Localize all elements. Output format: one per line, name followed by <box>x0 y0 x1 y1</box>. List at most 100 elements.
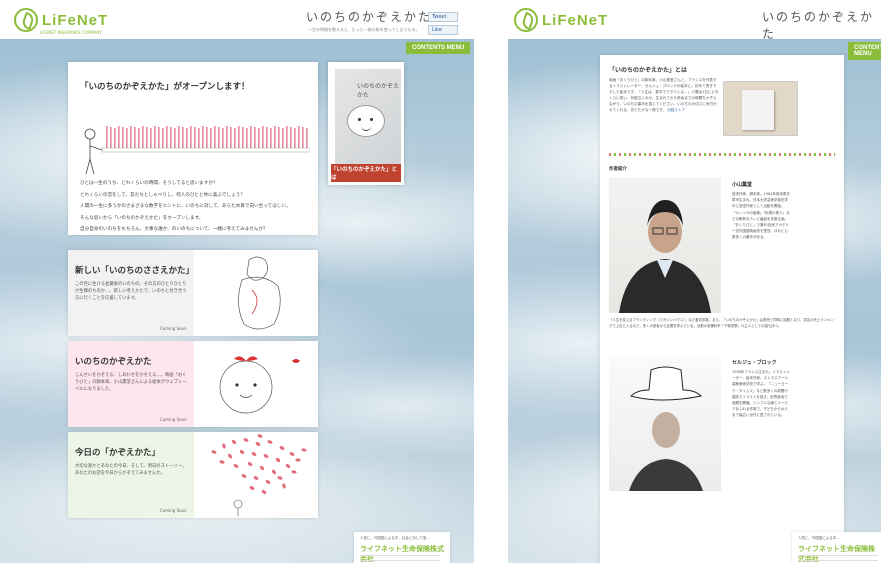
hero-title: 「いのちのかぞえかた」がオープンします！ <box>80 82 250 92</box>
footer-small-text: 人型に、外国語による字、社会に対して宝… <box>360 536 430 540</box>
petal <box>239 449 245 455</box>
pink-bar <box>290 127 292 148</box>
tweet-button[interactable]: Tweet <box>428 12 458 22</box>
feature-card[interactable]: 今日の「かぞえかた」 大切な誰かとあなたの今日、そして、明日のストーリー。あなた… <box>68 432 318 518</box>
header: LiFeNeT いのちのかぞえかた <box>508 0 881 42</box>
pink-bar <box>242 127 244 148</box>
site-title[interactable]: いのちのかぞえかた <box>306 8 432 25</box>
pink-bar <box>170 127 172 148</box>
pink-bar <box>226 126 228 148</box>
petal <box>282 483 286 489</box>
petal <box>255 442 261 446</box>
doc-intro: 映画「おくりびと」の脚本家、小山薫堂さんと、フランスを代表するイラストレーター、… <box>609 77 719 113</box>
book-cover: いのちのかぞえかた <box>335 69 401 165</box>
petal <box>291 470 297 474</box>
lifenet-logo[interactable]: LiFeNeT <box>514 8 608 32</box>
pink-bar <box>186 128 188 148</box>
pink-bar <box>254 127 256 148</box>
about-link[interactable]: 「いのちのかぞえかた」とは <box>331 164 401 182</box>
hero-paragraph: そんな思いから「いのちのかぞえかた」をオープンします。 <box>80 215 204 221</box>
pink-bar <box>190 126 192 148</box>
petal <box>277 476 283 480</box>
coming-soon-label: Coming Soon <box>160 417 187 422</box>
feature-text-box: 今日の「かぞえかた」 大切な誰かとあなたの今日、そして、明日のストーリー。あなた… <box>68 432 194 518</box>
face-illustration <box>347 105 385 137</box>
pink-bar <box>306 128 308 148</box>
like-button[interactable]: Like <box>428 25 458 35</box>
left-page: LiFeNeT LIFENET INSURANCE COMPANY いのちのかぞ… <box>0 0 474 563</box>
dotted-divider <box>609 153 835 156</box>
pink-bar <box>250 126 252 148</box>
hero-paragraph: どれくらいの恋をして、友だちとしゃべりし、何人のひとと共に喜ぶでしょう？ <box>80 192 245 198</box>
pink-bar <box>166 126 168 148</box>
petal <box>211 450 217 454</box>
feature-text-box: 新しい「いのちのささえかた」 この世に生ける並最後のいのちの。その方のひとりひと… <box>68 250 194 336</box>
site-title[interactable]: いのちのかぞえかた <box>762 8 881 42</box>
book-photo <box>723 81 798 136</box>
pink-bar <box>282 128 284 148</box>
petal <box>243 438 249 442</box>
pink-bar <box>302 127 304 148</box>
petal <box>263 453 269 459</box>
pink-bar <box>246 128 248 148</box>
social-buttons: Tweet Like <box>428 12 458 35</box>
contents-menu-button[interactable]: CONTENTS MENU <box>406 42 471 54</box>
pink-bar <box>114 128 116 148</box>
hero-paragraph: ひとは一生のうち、どれくらいの時間、そうしてると思いますか？ <box>80 181 218 186</box>
petal <box>257 434 263 438</box>
petal <box>249 486 255 490</box>
pink-bar <box>178 126 180 148</box>
footer-small-text: 人型に、外国語による字… <box>798 536 840 540</box>
pink-bar <box>142 126 144 148</box>
pink-bar <box>174 128 176 148</box>
hero-paragraph: 自分自身のいのちをもちろん、大事な誰か、のいのちについて、一緒に考えてみませんか… <box>80 227 268 232</box>
pink-bar <box>138 128 140 148</box>
petal <box>295 458 301 462</box>
petals-illustration <box>211 434 307 516</box>
pink-bar <box>110 127 112 148</box>
pink-bar <box>158 127 160 148</box>
petal <box>301 448 307 452</box>
store-link[interactable]: 日経ストア <box>667 108 685 112</box>
doc-intro-text: 映画「おくりびと」の脚本家、小山薫堂さんと、フランスを代表するイラストレーター、… <box>609 78 719 112</box>
hero-text: ひとは一生のうち、どれくらいの時間、そうしてると思いますか？ どれくらいの恋をし… <box>80 180 291 238</box>
petal <box>267 440 273 444</box>
pink-bar <box>106 126 108 148</box>
pink-bar <box>118 126 120 148</box>
leaf-icon <box>514 8 538 32</box>
petal <box>227 453 233 459</box>
author1-name: 小山薫堂 <box>732 182 753 188</box>
pink-bar <box>206 127 208 148</box>
pink-bar <box>214 126 216 148</box>
right-page: LiFeNeT いのちのかぞえかた CONTENTS MENU 「いのちのかぞえ… <box>508 0 881 563</box>
petal <box>241 474 247 478</box>
hero-card: 「いのちのかぞえかた」がオープンします！ ひとは一生のうち、どれくらいの時間、そ… <box>68 62 318 235</box>
book-card[interactable]: いのちのかぞえかた 「いのちのかぞえかた」とは <box>328 62 404 185</box>
pink-bar <box>182 127 184 148</box>
feature-card[interactable]: いのちのかぞえかた じんせいをかぞえる、しあわせをかぞえる…。映画「おくりびと」… <box>68 341 318 427</box>
lifenet-logo[interactable]: LiFeNeT <box>14 8 108 32</box>
feature-description: 大切な誰かとあなたの今日、そして、明日のストーリー。あなたのお話を今日からかぞえ… <box>75 464 187 476</box>
petal <box>261 489 267 495</box>
contents-menu-button[interactable]: CONTENTS MENU <box>848 42 881 60</box>
pink-bar <box>146 127 148 148</box>
petal <box>251 451 257 457</box>
pink-bar <box>222 128 224 148</box>
author2-photo <box>609 356 721 491</box>
pink-bar <box>286 126 288 148</box>
petal <box>247 461 253 467</box>
leaf-icon <box>14 8 38 32</box>
petal <box>231 439 237 445</box>
footer-links <box>798 555 878 561</box>
pink-bar <box>130 126 132 148</box>
petal <box>219 460 225 464</box>
section-heading: 作者紹介 <box>609 167 627 172</box>
feature-card[interactable]: 新しい「いのちのささえかた」 この世に生ける並最後のいのちの。その方のひとりひと… <box>68 250 318 336</box>
pink-bar <box>294 128 296 148</box>
footer-links <box>360 555 440 561</box>
pink-bar <box>234 128 236 148</box>
footer-box: 人型に、外国語による字… ライフネット生命保険株式会社 <box>792 532 881 563</box>
author1-bio: 放送作家、脚本家。1964年熊本県天草市生まれ。日本大学芸術学部在学中に放送作家… <box>732 192 790 240</box>
petal <box>253 476 259 480</box>
pink-bar <box>230 127 232 148</box>
